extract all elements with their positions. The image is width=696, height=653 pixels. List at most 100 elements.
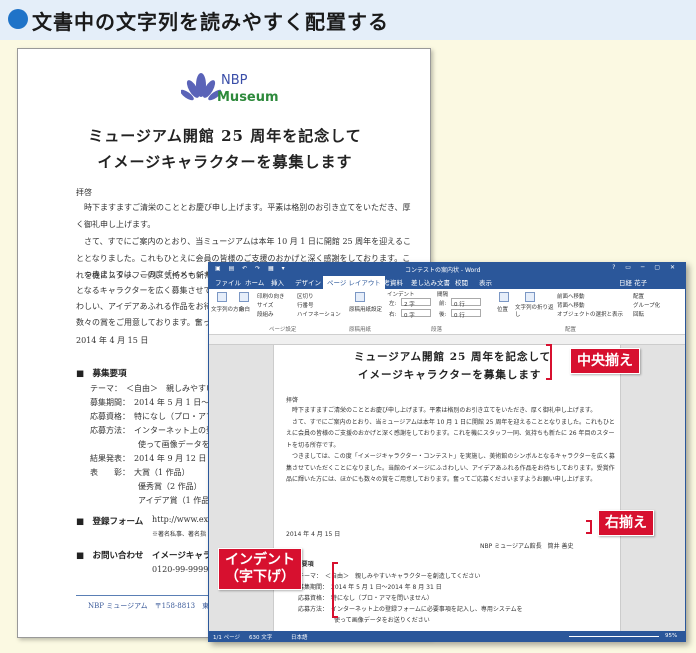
window-title: コンテストの案内状 - Word: [405, 267, 481, 274]
word-title-line2: イメージキャラクターを募集します: [358, 369, 542, 381]
hyphenation-button[interactable]: ハイフネーション: [297, 310, 341, 318]
indent-left-input[interactable]: 2 字: [401, 298, 431, 308]
callout-indent: インデント （字下げ）: [218, 548, 302, 590]
word-req-line: 募集期間： 2014 年 5 月 1 日～2014 年 8 月 31 日: [298, 584, 442, 591]
doc-paragraph-3-line: 数々の賞をご用意しております。奮って: [76, 318, 219, 327]
tab-references[interactable]: 参考資料: [377, 277, 403, 287]
doc-form-note: ※著名私事、著名指: [152, 531, 207, 538]
group-button[interactable]: グループ化: [633, 301, 660, 309]
right-align-bracket: [586, 520, 592, 534]
rotate-button[interactable]: 回転: [633, 310, 644, 318]
word-req-line: 応募資格： 特になし（プロ・アマを問いません）: [298, 595, 433, 602]
callout-indent-line2: （字下げ）: [225, 569, 295, 585]
position-icon: [499, 292, 509, 302]
draft-paper-icon: [355, 292, 365, 302]
spacing-before-label: 前:: [439, 301, 447, 307]
status-words[interactable]: 630 文字: [249, 633, 272, 641]
doc-date: 2014 年 4 月 15 日: [76, 336, 149, 345]
word-title-bar: ▣ ▤ ↶ ↷ ▦ ▾ コンテストの案内状 - Word ? ▭ ─ ▢ ✕: [209, 263, 685, 275]
group-paragraph: 段落: [431, 327, 443, 333]
museum-logo: NBP Museum: [181, 71, 279, 111]
word-title-line1: ミュージアム開館 25 周年を記念して: [354, 351, 552, 363]
doc-section-form: ■ 登録フォーム: [76, 517, 144, 527]
columns-button[interactable]: 段組み: [257, 310, 274, 318]
margins-icon: [239, 292, 249, 302]
quick-access-icons[interactable]: ▣ ▤ ↶ ↷ ▦ ▾: [215, 265, 288, 272]
doc-contact: イメージキャラ: [152, 551, 212, 561]
line-numbers-button[interactable]: 行番号: [297, 301, 314, 309]
callout-indent-line1: インデント: [225, 552, 295, 568]
text-direction-icon: [217, 292, 227, 302]
doc-title-line2: イメージキャラクターを募集します: [97, 153, 353, 171]
doc-paragraph-3-line: わしい、アイデアあふれる作品をお待ち: [76, 302, 220, 311]
tab-view[interactable]: 表示: [479, 277, 492, 287]
send-backward-button[interactable]: 背面へ移動: [557, 301, 585, 309]
doc-section-requirements: ■ 募集要項: [76, 369, 127, 379]
zoom-level[interactable]: 95%: [665, 633, 677, 639]
doc-req-line: 応募方法： インターネット上の登: [90, 426, 214, 435]
spacing-after-input[interactable]: 0 行: [451, 309, 481, 319]
spacing-after-label: 後:: [439, 312, 447, 318]
draft-paper-button[interactable]: 原稿用紙設定: [349, 305, 382, 313]
logo-text-nbp: NBP: [221, 73, 248, 88]
orientation-button[interactable]: 印刷の向き: [257, 292, 285, 300]
callout-right-align: 右揃え: [598, 510, 654, 536]
wrap-text-icon: [525, 292, 535, 302]
doc-section-contact: ■ お問い合わせ: [76, 551, 144, 561]
group-arrange: 配置: [565, 327, 577, 333]
margins-button[interactable]: 余白: [239, 305, 250, 313]
doc-footer: NBP ミュージアム 〒158-8813 東京都: [88, 602, 224, 610]
tab-review[interactable]: 校閲: [455, 277, 468, 287]
indent-right-input[interactable]: 0 字: [401, 309, 431, 319]
tab-page-layout[interactable]: ページ レイアウト: [323, 276, 385, 289]
word-body: 時下ますますご清栄のこととお慶び申し上げます。平素は格別のお引き立てをいただき、…: [286, 407, 615, 483]
doc-req-line: テーマ： ＜自由＞ 親しみやすい: [90, 384, 214, 393]
size-button[interactable]: サイズ: [257, 301, 273, 309]
indent-left-label: 左:: [389, 301, 397, 307]
breaks-button[interactable]: 区切り: [297, 292, 314, 300]
word-date: 2014 年 4 月 15 日: [286, 531, 341, 538]
tab-design[interactable]: デザイン: [295, 277, 321, 287]
status-page[interactable]: 1/1 ページ: [213, 633, 240, 641]
tab-file[interactable]: ファイル: [215, 277, 241, 287]
doc-req-line: 優秀賞（2 作品）: [90, 482, 202, 491]
group-page-setup: ページ設定: [269, 327, 297, 333]
doc-title-line1: ミュージアム開館 25 周年を記念して: [88, 127, 362, 145]
doc-paragraph-3-line: となるキャラクターを広く募集させて: [76, 286, 212, 295]
position-button[interactable]: 位置: [497, 305, 508, 313]
doc-paragraph-3-line: つきましては、この度「イメージキャ: [76, 270, 220, 279]
bring-forward-button[interactable]: 前面へ移動: [557, 292, 585, 300]
spacing-before-value: 0 行: [454, 302, 465, 308]
document-page[interactable]: ミュージアム開館 25 周年を記念して イメージキャラクターを募集します 拝啓 …: [273, 345, 621, 631]
tab-mailings[interactable]: 差し込み文書: [411, 277, 450, 287]
wrap-text-button[interactable]: 文字列の折り返し: [515, 305, 555, 319]
window-controls[interactable]: ? ▭ ─ ▢ ✕: [612, 264, 679, 271]
doc-req-line: 表 彰： 大賞（1 作品）: [90, 468, 190, 477]
doc-req-line: 募集期間： 2014 年 5 月 1 日～201: [90, 398, 225, 407]
page-heading: 文書中の文字列を読みやすく配置する: [32, 10, 389, 34]
horizontal-ruler[interactable]: [209, 335, 685, 345]
spacing-before-input[interactable]: 0 行: [451, 298, 481, 308]
user-name[interactable]: 日経 花子: [619, 277, 647, 287]
align-button[interactable]: 配置: [633, 292, 644, 300]
selection-pane-button[interactable]: オブジェクトの選択と表示: [557, 310, 623, 318]
spacing-after-value: 0 行: [454, 313, 465, 319]
word-salutation: 拝啓: [286, 397, 299, 404]
tab-home[interactable]: ホーム: [245, 277, 264, 287]
ribbon: 文字列の方向 余白 印刷の向き サイズ 段組み 区切り 行番号 ハイフネーション…: [209, 289, 685, 335]
doc-phone: 0120-99-9999: [152, 565, 209, 574]
word-req-line: テーマ： ＜自由＞ 親しみやすいキャラクターを創造してください: [298, 573, 481, 580]
zoom-slider[interactable]: [569, 636, 659, 637]
indent-bracket: [332, 562, 338, 618]
lotus-icon: [181, 73, 221, 101]
status-language[interactable]: 日本語: [291, 633, 308, 641]
indent-right-value: 0 字: [404, 313, 415, 319]
heading-bar: 文書中の文字列を読みやすく配置する: [0, 0, 696, 40]
tab-insert[interactable]: 挿入: [271, 277, 284, 287]
center-align-bracket: [546, 344, 552, 380]
doc-salutation: 拝啓: [76, 188, 92, 197]
doc-req-line: 結果発表： 2014 年 9 月 12 日（金: [90, 454, 223, 463]
doc-paragraph-1: 時下ますますご清栄のこととお慶び申し上げます。平素は格別のお引き立てをいただき、…: [76, 203, 411, 229]
status-bar: 1/1 ページ 630 文字 日本語 95%: [209, 631, 685, 641]
indent-left-value: 2 字: [404, 302, 415, 308]
